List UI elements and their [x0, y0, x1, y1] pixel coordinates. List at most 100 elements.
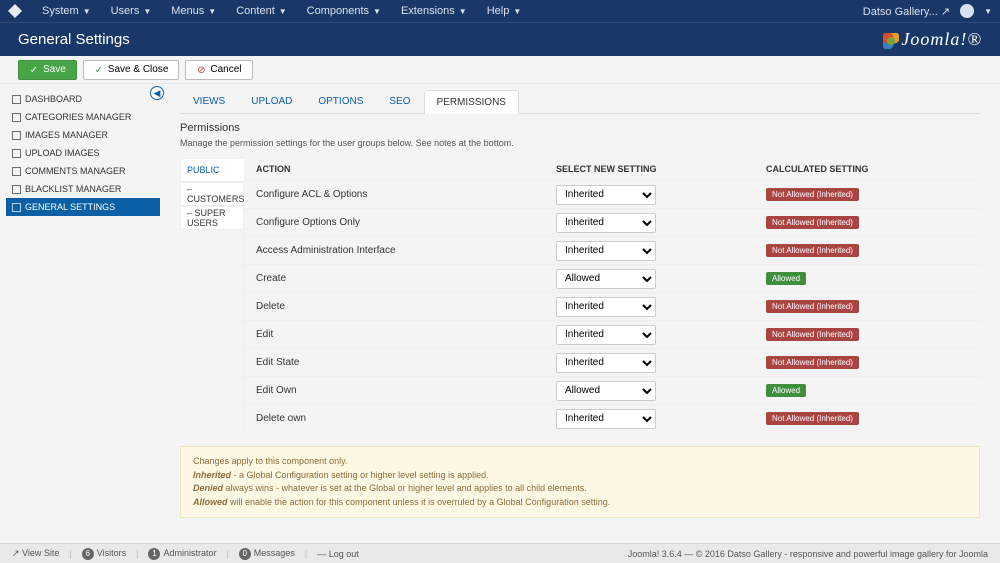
module-icon	[12, 131, 21, 140]
action-label: Create	[256, 273, 556, 284]
caret-down-icon: ▼	[208, 7, 216, 16]
sidebar-item-upload-images[interactable]: UPLOAD IMAGES	[6, 144, 160, 162]
calculated-badge: Not Allowed (Inherited)	[766, 244, 859, 257]
setting-select[interactable]: Inherited	[556, 241, 656, 261]
module-icon	[12, 167, 21, 176]
setting-select[interactable]: Inherited	[556, 213, 656, 233]
sidebar: DASHBOARDCATEGORIES MANAGERIMAGES MANAGE…	[0, 84, 160, 543]
joomla-logo: Joomla!®	[883, 29, 982, 50]
note-line: Denied always wins - whatever is set at …	[193, 482, 967, 496]
sidebar-item-general-settings[interactable]: GENERAL SETTINGS	[6, 198, 160, 216]
menu-menus[interactable]: Menus▼	[161, 0, 226, 22]
table-header: ACTION SELECT NEW SETTING CALCULATED SET…	[244, 158, 980, 180]
section-title: Permissions	[180, 122, 980, 134]
menu-users[interactable]: Users▼	[101, 0, 162, 22]
col-action-header: ACTION	[256, 164, 556, 174]
setting-select[interactable]: Allowed	[556, 269, 656, 289]
action-label: Configure ACL & Options	[256, 189, 556, 200]
note-line: Inherited - a Global Configuration setti…	[193, 469, 967, 483]
logout-link[interactable]: — Log out	[317, 549, 359, 559]
permission-row: Edit OwnAllowedAllowed	[244, 376, 980, 404]
site-link[interactable]: Datso Gallery... ↗	[863, 5, 950, 18]
module-icon	[12, 203, 21, 212]
group-superusers[interactable]: – SUPER USERS	[180, 206, 243, 230]
caret-down-icon: ▼	[279, 7, 287, 16]
permission-row: DeleteInherited Not Allowed (Inherited)	[244, 292, 980, 320]
messages-count[interactable]: 0Messages	[239, 548, 295, 560]
caret-down-icon: ▼	[373, 7, 381, 16]
group-public[interactable]: PUBLIC	[180, 158, 244, 182]
calculated-badge: Not Allowed (Inherited)	[766, 356, 859, 369]
sidebar-collapse-icon[interactable]: ◀	[150, 86, 164, 100]
action-label: Delete own	[256, 413, 556, 424]
tab-seo[interactable]: SEO	[376, 89, 423, 113]
calculated-badge: Allowed	[766, 272, 806, 285]
tab-upload[interactable]: UPLOAD	[238, 89, 305, 113]
setting-select[interactable]: Allowed	[556, 381, 656, 401]
col-calc-header: CALCULATED SETTING	[766, 164, 968, 174]
permission-row: Configure ACL & OptionsInherited Not Allo…	[244, 180, 980, 208]
caret-down-icon: ▼	[459, 7, 467, 16]
notes-box: Changes apply to this component only. In…	[180, 446, 980, 518]
menu-content[interactable]: Content▼	[226, 0, 296, 22]
sidebar-item-blacklist-manager[interactable]: BLACKLIST MANAGER	[6, 180, 160, 198]
sidebar-item-categories-manager[interactable]: CATEGORIES MANAGER	[6, 108, 160, 126]
action-label: Edit State	[256, 357, 556, 368]
page-header: General Settings Joomla!®	[0, 22, 1000, 56]
setting-select[interactable]: Inherited	[556, 297, 656, 317]
permission-row: Delete ownInheritedNot Allowed (Inherite…	[244, 404, 980, 432]
permission-row: CreateAllowedAllowed	[244, 264, 980, 292]
action-label: Edit Own	[256, 385, 556, 396]
calculated-badge: Allowed	[766, 384, 806, 397]
action-label: Edit	[256, 329, 556, 340]
top-menus: System▼Users▼Menus▼Content▼Components▼Ex…	[32, 0, 531, 22]
calculated-badge: Not Allowed (Inherited)	[766, 216, 859, 229]
save-button[interactable]: Save	[18, 60, 77, 80]
calculated-badge: Not Allowed (Inherited)	[766, 188, 859, 201]
settings-tabs: VIEWSUPLOADOPTIONSSEOPERMISSIONS	[180, 89, 980, 114]
menu-help[interactable]: Help▼	[477, 0, 532, 22]
calculated-badge: Not Allowed (Inherited)	[766, 328, 859, 341]
view-site-link[interactable]: ↗ View Site	[12, 548, 59, 559]
action-label: Delete	[256, 301, 556, 312]
action-label: Configure Options Only	[256, 217, 556, 228]
setting-select[interactable]: Inherited	[556, 409, 656, 429]
setting-select[interactable]: Inherited	[556, 185, 656, 205]
check-icon	[29, 65, 39, 75]
cancel-button[interactable]: Cancel	[185, 60, 252, 80]
tab-views[interactable]: VIEWS	[180, 89, 238, 113]
user-group-list: PUBLIC– CUSTOMERS– SUPER USERS	[180, 158, 244, 432]
visitors-count[interactable]: 6Visitors	[82, 548, 126, 560]
calculated-badge: Not Allowed (Inherited)	[766, 300, 859, 313]
sidebar-item-comments-manager[interactable]: COMMENTS MANAGER	[6, 162, 160, 180]
user-dropdown-caret[interactable]: ▼	[984, 7, 992, 16]
cancel-icon	[196, 65, 206, 75]
group-customers[interactable]: – CUSTOMERS	[180, 182, 243, 206]
setting-select[interactable]: Inherited	[556, 325, 656, 345]
section-desc: Manage the permission settings for the u…	[180, 138, 980, 148]
menu-extensions[interactable]: Extensions▼	[391, 0, 477, 22]
menu-system[interactable]: System▼	[32, 0, 101, 22]
permissions-table: ACTION SELECT NEW SETTING CALCULATED SET…	[244, 158, 980, 432]
permission-row: Access Administration InterfaceInherited…	[244, 236, 980, 264]
tab-permissions[interactable]: PERMISSIONS	[424, 90, 519, 114]
caret-down-icon: ▼	[83, 7, 91, 16]
module-icon	[12, 113, 21, 122]
footer-credits: Joomla! 3.6.4 — © 2016 Datso Gallery - r…	[628, 549, 988, 559]
sidebar-item-images-manager[interactable]: IMAGES MANAGER	[6, 126, 160, 144]
menu-components[interactable]: Components▼	[297, 0, 391, 22]
check-icon	[94, 65, 104, 75]
permissions-section: Permissions Manage the permission settin…	[180, 122, 980, 518]
module-icon	[12, 185, 21, 194]
permission-row: Configure Options OnlyInherited Not Allow…	[244, 208, 980, 236]
setting-select[interactable]: Inherited	[556, 353, 656, 373]
module-icon	[12, 149, 21, 158]
note-line: Changes apply to this component only.	[193, 455, 967, 469]
tab-options[interactable]: OPTIONS	[305, 89, 376, 113]
caret-down-icon: ▼	[143, 7, 151, 16]
joomla-icon[interactable]	[8, 4, 22, 18]
sidebar-item-dashboard[interactable]: DASHBOARD	[6, 90, 160, 108]
user-icon[interactable]	[960, 4, 974, 18]
save-close-button[interactable]: Save & Close	[83, 60, 180, 80]
admin-count[interactable]: 1Administrator	[148, 548, 216, 560]
